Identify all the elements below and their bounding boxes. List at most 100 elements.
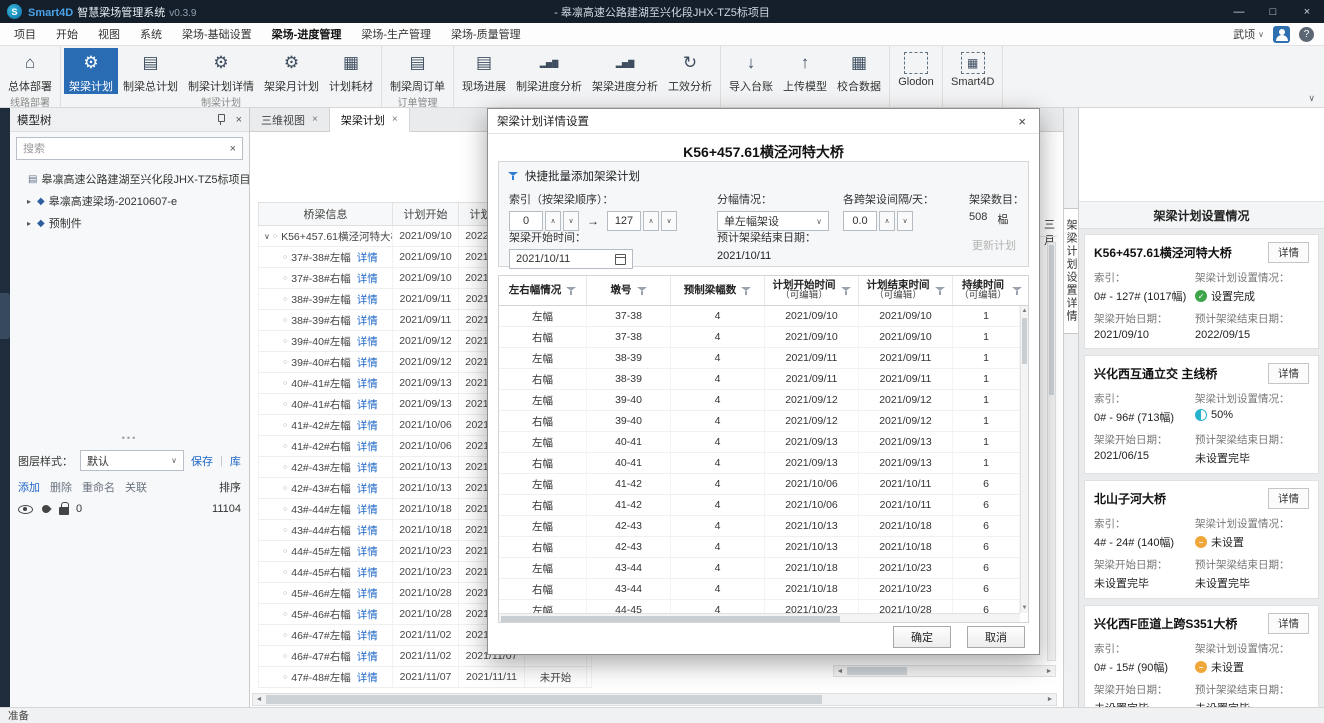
start-date-cell[interactable]: 2021/09/10 [765,327,859,347]
index-from-input[interactable]: 0 [509,211,543,231]
scroll-right-icon[interactable]: ► [1044,696,1056,703]
ribbon-button[interactable]: 校合数据 [832,48,886,94]
ribbon-button[interactable]: 计划耗材 [324,48,378,94]
duration-cell[interactable]: 6 [953,495,1020,515]
column-header[interactable]: 左右幅情况 [499,276,587,305]
scroll-down-icon[interactable]: ▼ [1021,603,1028,613]
scroll-left-icon[interactable]: ◄ [253,696,265,703]
ribbon-button[interactable]: 制梁进度分析 [511,48,587,94]
duration-cell[interactable]: 6 [953,474,1020,494]
duration-cell[interactable]: 1 [953,432,1020,452]
start-date-cell[interactable]: 2021/10/13 [765,516,859,536]
user-menu[interactable]: 武顷∨ [1233,26,1264,42]
start-date-cell[interactable]: 2021/10/18 [765,579,859,599]
library-link[interactable]: 库 [230,453,241,469]
start-date-cell[interactable]: 2021/09/13 [765,432,859,452]
ribbon-button[interactable]: 总体部署 [3,48,57,94]
end-date-cell[interactable]: 2021/09/13 [859,432,953,452]
row-detail-link[interactable]: 详情 [357,502,378,517]
row-detail-link[interactable]: 详情 [357,376,378,391]
column-header[interactable]: 桥梁信息 [259,203,393,225]
duration-cell[interactable]: 1 [953,327,1020,347]
spin-down-icon[interactable]: ∨ [897,211,913,231]
ribbon-button[interactable]: 上传模型 [778,48,832,94]
sort-button[interactable]: 排序 [219,479,241,495]
row-detail-link[interactable]: 详情 [357,250,378,265]
ribbon-button[interactable]: Smart4D [946,48,999,93]
ribbon-button[interactable]: 架梁进度分析 [587,48,663,94]
ok-button[interactable]: 确定 [893,626,951,648]
filter-funnel-icon[interactable] [637,286,647,296]
menu-item[interactable]: 梁场-基础设置 [172,23,262,45]
layer-action-link[interactable]: 重命名 [82,479,115,495]
spin-down-icon[interactable]: ∨ [661,211,677,231]
end-date-cell[interactable]: 2021/10/11 [859,495,953,515]
row-detail-link[interactable]: 详情 [357,313,378,328]
end-date-cell[interactable]: 2021/09/13 [859,453,953,473]
end-date-cell[interactable]: 2021/10/23 [859,558,953,578]
end-date-cell[interactable]: 2021/10/18 [859,537,953,557]
plan-table-row[interactable]: 左幅 40-41 4 2021/09/13 2021/09/13 1 [499,432,1020,453]
scroll-up-icon[interactable]: ▲ [1021,306,1028,316]
start-date-cell[interactable]: 2021/10/18 [765,558,859,578]
maximize-button[interactable]: □ [1256,0,1290,23]
row-detail-link[interactable]: 详情 [357,355,378,370]
span-gap-input[interactable]: 0.0 [843,211,877,231]
ribbon-button[interactable]: 架梁计划 [64,48,118,94]
duration-cell[interactable]: 6 [953,579,1020,599]
duration-cell[interactable]: 1 [953,306,1020,326]
main-horizontal-scrollbar[interactable]: ◄ ► [252,693,1057,706]
end-date-cell[interactable]: 2021/09/12 [859,411,953,431]
close-button[interactable]: × [1290,0,1324,23]
ribbon-button[interactable]: Glodon [893,48,939,93]
layer-style-select[interactable]: 默认 ∨ [80,450,184,471]
row-detail-link[interactable]: 详情 [357,271,378,286]
eye-icon[interactable] [18,505,33,514]
menu-item[interactable]: 视图 [88,23,130,45]
row-detail-link[interactable]: 详情 [357,481,378,496]
duration-cell[interactable]: 6 [953,537,1020,557]
row-detail-link[interactable]: 详情 [357,586,378,601]
row-detail-link[interactable]: 详情 [357,607,378,622]
scrollbar-thumb[interactable] [1049,245,1054,395]
start-date-picker[interactable]: 2021/10/11 [509,249,633,269]
duration-cell[interactable]: 1 [953,390,1020,410]
layer-action-link[interactable]: 添加 [18,479,40,495]
table-vertical-scrollbar[interactable]: ▲ ▼ [1020,306,1028,613]
filter-funnel-icon[interactable] [841,286,851,296]
plan-table-row[interactable]: 右幅 41-42 4 2021/10/06 2021/10/11 6 [499,495,1020,516]
cancel-button[interactable]: 取消 [967,626,1025,648]
filter-funnel-icon[interactable] [1012,286,1022,296]
plan-table-row[interactable]: 左幅 37-38 4 2021/09/10 2021/09/10 1 [499,306,1020,327]
filter-funnel-icon[interactable] [566,286,576,296]
menu-item[interactable]: 开始 [46,23,88,45]
clear-search-icon[interactable]: × [230,143,236,155]
card-detail-button[interactable]: 详情 [1268,613,1309,634]
scrollbar-thumb[interactable] [266,695,822,704]
plan-table-row[interactable]: 右幅 43-44 4 2021/10/18 2021/10/23 6 [499,579,1020,600]
scrollbar-thumb[interactable] [1022,318,1027,364]
column-header[interactable]: 计划结束时间（可编辑） [859,276,953,305]
row-detail-link[interactable]: 详情 [357,460,378,475]
minimize-button[interactable]: — [1222,0,1256,23]
index-to-input[interactable]: 127 [607,211,641,231]
ribbon-button[interactable]: 导入台账 [724,48,778,94]
scroll-left-icon[interactable]: ◄ [834,668,846,675]
row-detail-link[interactable]: 详情 [357,334,378,349]
column-header[interactable]: 计划开始时间（可编辑） [765,276,859,305]
menu-item[interactable]: 梁场-质量管理 [441,23,531,45]
search-input[interactable] [23,143,230,155]
end-date-cell[interactable]: 2021/10/11 [859,474,953,494]
plan-table-row[interactable]: 右幅 39-40 4 2021/09/12 2021/09/12 1 [499,411,1020,432]
pin-icon[interactable] [215,113,227,126]
start-date-cell[interactable]: 2021/09/12 [765,390,859,410]
collapsed-panel-tab[interactable] [0,293,10,339]
row-detail-link[interactable]: 详情 [357,439,378,454]
scrollbar-thumb[interactable] [847,667,907,675]
end-date-cell[interactable]: 2021/09/10 [859,306,953,326]
scroll-right-icon[interactable]: ► [1043,668,1055,675]
filter-funnel-icon[interactable] [935,286,945,296]
save-layer-link[interactable]: 保存 [191,453,213,469]
gantt-vertical-scrollbar[interactable] [1047,242,1056,661]
column-header[interactable]: 预制梁幅数 [671,276,765,305]
